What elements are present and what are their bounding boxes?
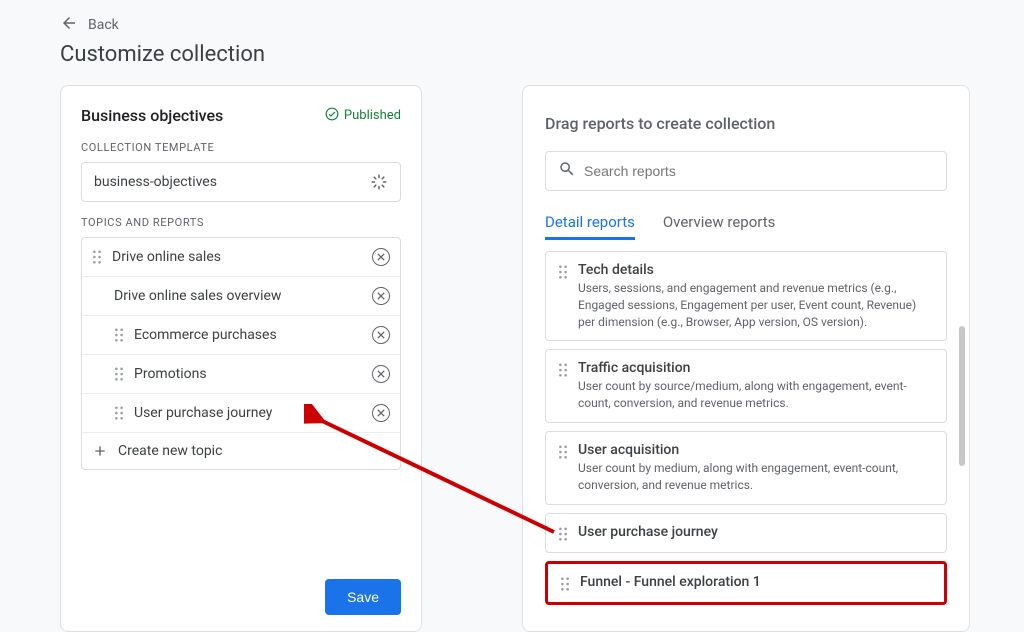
topics-list: Drive online sales Drive online sales ov… [81, 237, 401, 470]
library-report-desc: Users, sessions, and engagement and reve… [578, 280, 934, 330]
drag-handle-icon[interactable] [558, 363, 568, 377]
template-value: business-objectives [94, 174, 217, 190]
check-circle-icon [325, 107, 339, 125]
tab-detail-reports[interactable]: Detail reports [545, 213, 635, 240]
report-list: Tech details Users, sessions, and engagem… [545, 251, 947, 605]
remove-report-button[interactable] [372, 287, 390, 305]
create-topic-button[interactable]: Create new topic [82, 433, 400, 469]
scrollbar-thumb[interactable] [959, 326, 965, 466]
drag-handle-icon[interactable] [92, 250, 102, 264]
report-row[interactable]: Drive online sales overview [82, 277, 400, 316]
report-label: Ecommerce purchases [134, 327, 362, 343]
topic-row[interactable]: Drive online sales [82, 238, 400, 277]
library-report-desc: User count by source/medium, along with … [578, 378, 934, 412]
remove-report-button[interactable] [372, 326, 390, 344]
library-report-title: User purchase journey [578, 524, 934, 540]
library-report-item[interactable]: Funnel - Funnel exploration 1 [545, 561, 947, 605]
report-tabs: Detail reports Overview reports [545, 213, 947, 241]
drag-handle-icon[interactable] [114, 328, 124, 342]
back-label: Back [88, 17, 119, 33]
search-input[interactable] [584, 163, 934, 179]
plus-icon [92, 443, 108, 459]
library-report-title: Tech details [578, 262, 934, 278]
library-title: Drag reports to create collection [545, 114, 947, 133]
save-button[interactable]: Save [325, 579, 401, 615]
drag-handle-icon[interactable] [114, 367, 124, 381]
library-report-title: Traffic acquisition [578, 360, 934, 376]
template-section-label: COLLECTION TEMPLATE [81, 141, 401, 154]
library-report-desc: User count by medium, along with engagem… [578, 460, 934, 494]
topics-section-label: TOPICS AND REPORTS [81, 216, 401, 229]
search-input-wrapper[interactable] [545, 151, 947, 191]
collection-title: Business objectives [81, 106, 223, 125]
page-title: Customize collection [60, 42, 1014, 67]
library-report-item[interactable]: Tech details Users, sessions, and engagem… [545, 251, 947, 341]
library-report-item[interactable]: User acquisition User count by medium, al… [545, 431, 947, 505]
back-button[interactable]: Back [60, 14, 1014, 36]
drag-handle-icon[interactable] [114, 406, 124, 420]
remove-topic-button[interactable] [372, 248, 390, 266]
drag-handle-icon[interactable] [560, 577, 570, 591]
reports-library-card: Drag reports to create collection Detail… [522, 85, 970, 632]
drag-handle-icon[interactable] [558, 445, 568, 459]
report-row[interactable]: Ecommerce purchases [82, 316, 400, 355]
library-report-title: User acquisition [578, 442, 934, 458]
library-report-item[interactable]: Traffic acquisition User count by source/… [545, 349, 947, 423]
loading-icon [370, 173, 388, 191]
report-row[interactable]: Promotions [82, 355, 400, 394]
search-icon [558, 160, 576, 182]
topic-label: Drive online sales [112, 249, 362, 265]
drag-handle-icon[interactable] [558, 265, 568, 279]
library-report-item[interactable]: User purchase journey [545, 513, 947, 553]
report-label: Drive online sales overview [114, 288, 362, 304]
drag-handle-icon[interactable] [558, 527, 568, 541]
report-label: Promotions [134, 366, 362, 382]
report-label: User purchase journey [134, 405, 362, 421]
collection-template-field[interactable]: business-objectives [81, 162, 401, 202]
library-report-title: Funnel - Funnel exploration 1 [580, 574, 932, 590]
arrow-left-icon [60, 14, 78, 36]
status-text: Published [344, 108, 401, 123]
remove-report-button[interactable] [372, 404, 390, 422]
collection-editor-card: Business objectives Published COLLECTION… [60, 85, 422, 632]
report-row[interactable]: User purchase journey [82, 394, 400, 433]
remove-report-button[interactable] [372, 365, 390, 383]
create-topic-label: Create new topic [118, 443, 390, 459]
status-badge: Published [325, 107, 401, 125]
tab-overview-reports[interactable]: Overview reports [663, 213, 776, 240]
